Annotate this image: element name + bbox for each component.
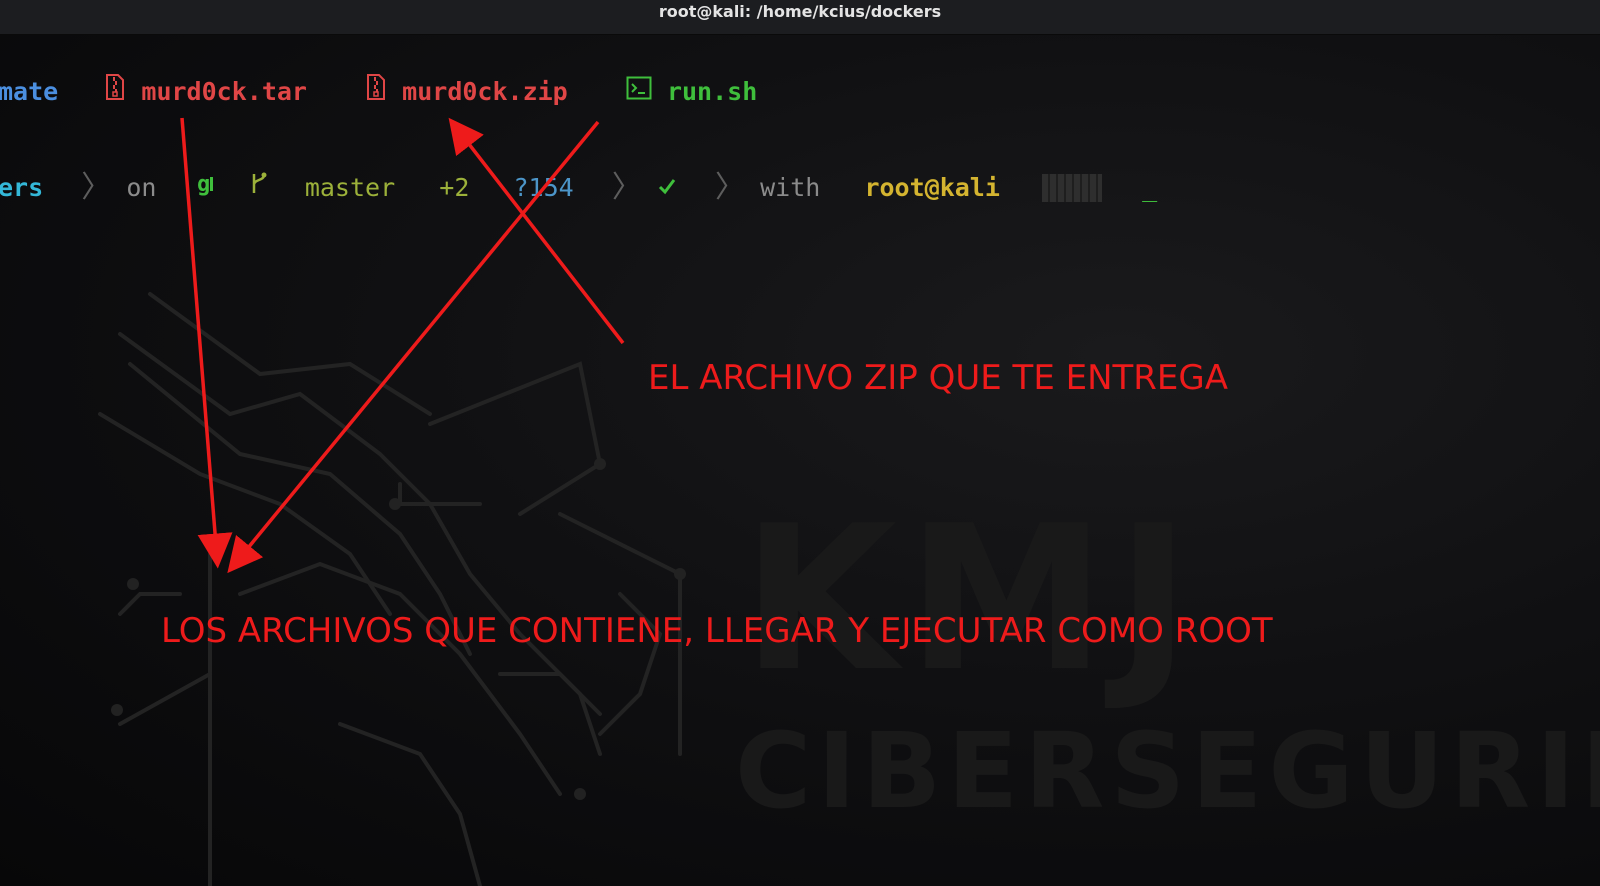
arrow-tar-to-contents bbox=[180, 117, 233, 569]
arrow-label-to-zip bbox=[448, 117, 625, 345]
annotation-arrows bbox=[180, 117, 625, 574]
annotation-contents-label: LOS ARCHIVOS QUE CONTIENE, LLEGAR Y EJEC… bbox=[161, 611, 1273, 651]
annotation-zip-label: EL ARCHIVO ZIP QUE TE ENTREGA bbox=[648, 358, 1229, 398]
arrow-runsh-to-contents bbox=[227, 120, 600, 574]
terminal-window: root@kali: /home/kcius/dockers KMJ CIBER… bbox=[0, 0, 1600, 886]
